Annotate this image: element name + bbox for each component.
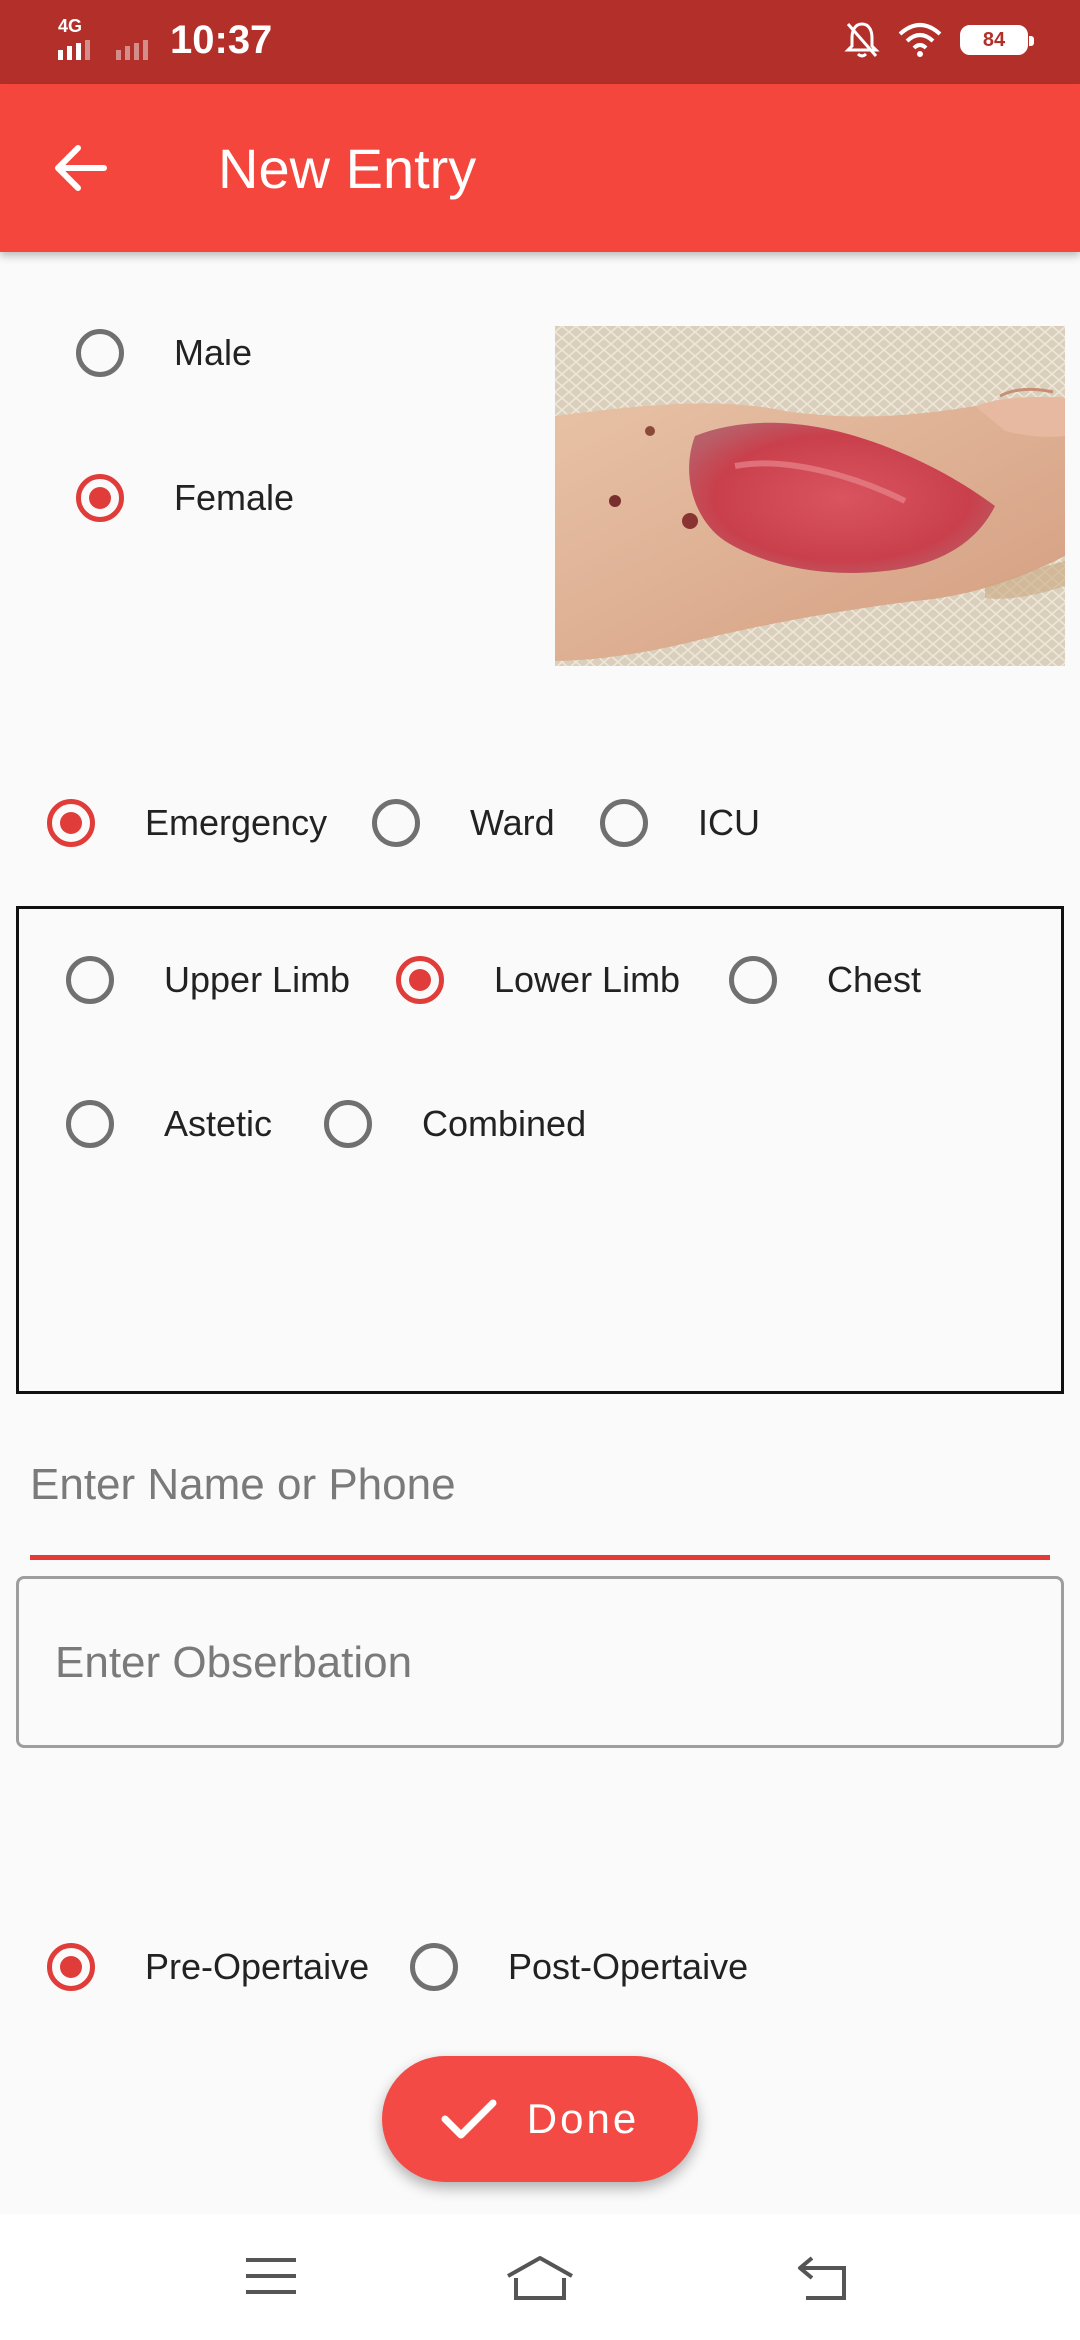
signal-icon	[58, 40, 148, 60]
name-phone-input[interactable]	[30, 1430, 1050, 1510]
home-icon[interactable]	[504, 2254, 576, 2302]
radio-label-pre-operative: Pre-Opertaive	[145, 1946, 370, 1987]
radio-label-chest: Chest	[827, 959, 922, 1000]
radio-astetic[interactable]: Astetic	[66, 1100, 272, 1148]
name-phone-field	[30, 1430, 1050, 1560]
radio-label-combined: Combined	[422, 1103, 587, 1144]
radio-label-ward: Ward	[470, 802, 555, 843]
radio-label-male: Male	[174, 332, 253, 373]
done-button[interactable]: Done	[382, 2056, 698, 2182]
radio-icu[interactable]: ICU	[600, 799, 760, 847]
mute-icon	[844, 22, 880, 58]
radio-label-icu: ICU	[698, 802, 760, 843]
radio-label-emergency: Emergency	[145, 802, 328, 843]
done-button-label: Done	[526, 2095, 640, 2142]
radio-label-lower-limb: Lower Limb	[494, 959, 681, 1000]
radio-circle[interactable]	[396, 956, 444, 1004]
check-icon	[441, 2099, 497, 2139]
radio-lower-limb[interactable]: Lower Limb	[396, 956, 680, 1004]
radio-label-astetic: Astetic	[164, 1103, 273, 1144]
radio-ward[interactable]: Ward	[372, 799, 555, 847]
battery-icon: 84	[960, 25, 1034, 55]
radio-male[interactable]: Male	[76, 329, 252, 377]
radio-chest[interactable]: Chest	[729, 956, 921, 1004]
radio-post-operative[interactable]: Post-Opertaive	[410, 1943, 748, 1991]
arrow-left-icon[interactable]	[50, 136, 114, 200]
app-bar: New Entry	[0, 84, 1080, 252]
menu-icon[interactable]	[244, 2254, 298, 2298]
status-bar: 4G 10:37 84	[0, 0, 1080, 84]
back-icon[interactable]	[796, 2254, 850, 2302]
radio-circle[interactable]	[729, 956, 777, 1004]
radio-circle[interactable]	[66, 1100, 114, 1148]
observation-field	[16, 1576, 1064, 1748]
page-title: New Entry	[218, 137, 477, 200]
status-time: 10:37	[170, 18, 273, 62]
radio-circle[interactable]	[372, 799, 420, 847]
radio-female[interactable]: Female	[76, 474, 294, 522]
wound-photo	[555, 326, 1065, 666]
status-icons: 84	[844, 20, 1034, 60]
radio-combined[interactable]: Combined	[324, 1100, 586, 1148]
radio-emergency[interactable]: Emergency	[47, 799, 327, 847]
radio-circle[interactable]	[600, 799, 648, 847]
radio-label-post-operative: Post-Opertaive	[508, 1946, 749, 1987]
radio-label-female: Female	[174, 477, 295, 518]
radio-circle[interactable]	[76, 474, 124, 522]
system-nav-bar	[0, 2214, 1080, 2340]
radio-upper-limb[interactable]: Upper Limb	[66, 956, 350, 1004]
radio-label-upper-limb: Upper Limb	[164, 959, 351, 1000]
battery-level: 84	[982, 28, 1006, 51]
observation-input[interactable]	[53, 1579, 1031, 1747]
radio-circle[interactable]	[410, 1943, 458, 1991]
wifi-icon	[898, 23, 942, 57]
network-type: 4G	[58, 16, 83, 36]
radio-circle[interactable]	[76, 329, 124, 377]
radio-circle[interactable]	[47, 1943, 95, 1991]
radio-pre-operative[interactable]: Pre-Opertaive	[47, 1943, 369, 1991]
radio-circle[interactable]	[47, 799, 95, 847]
radio-circle[interactable]	[66, 956, 114, 1004]
radio-circle[interactable]	[324, 1100, 372, 1148]
